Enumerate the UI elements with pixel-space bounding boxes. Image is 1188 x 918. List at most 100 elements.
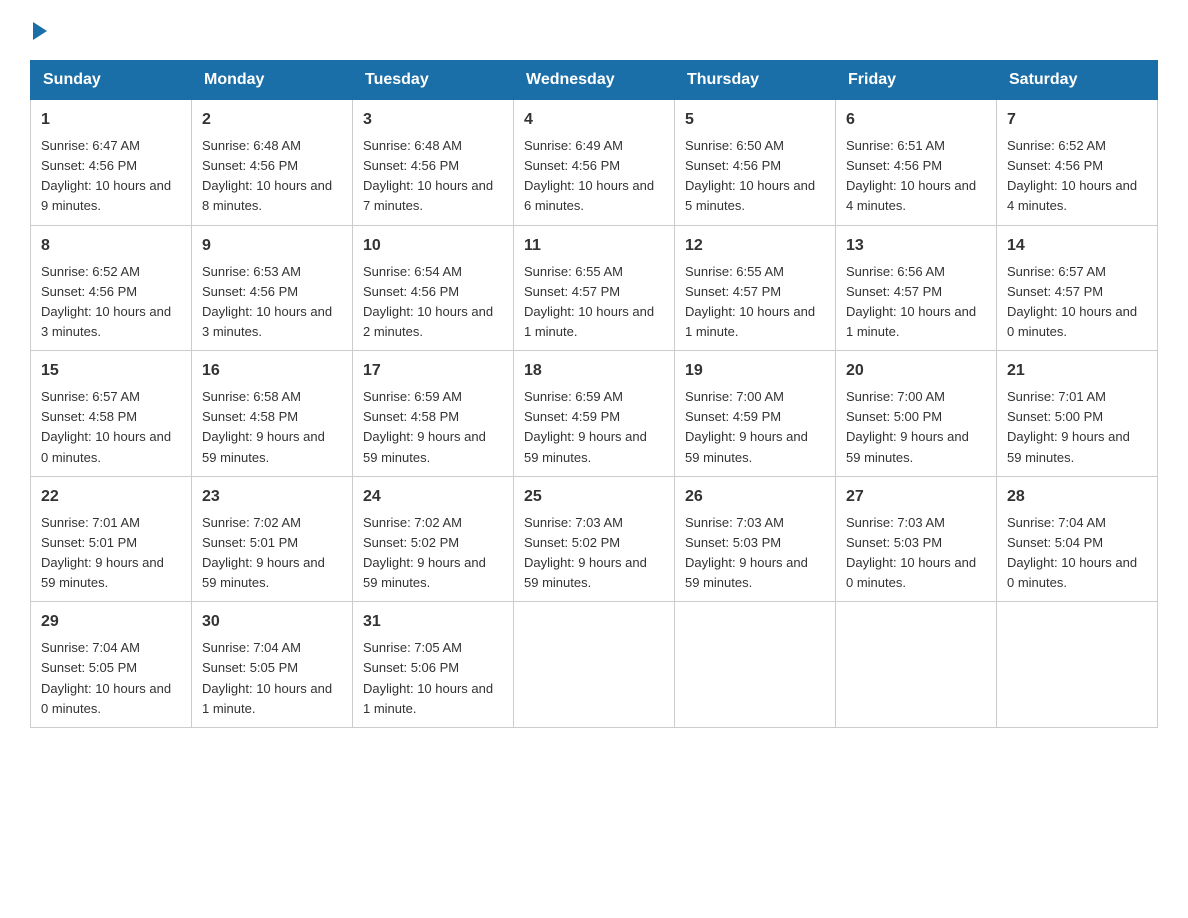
day-number: 23 xyxy=(202,485,342,509)
day-info: Sunrise: 7:03 AM Sunset: 5:03 PM Dayligh… xyxy=(846,513,986,594)
calendar-cell: 13 Sunrise: 6:56 AM Sunset: 4:57 PM Dayl… xyxy=(836,225,997,351)
day-info: Sunrise: 6:53 AM Sunset: 4:56 PM Dayligh… xyxy=(202,262,342,343)
day-number: 27 xyxy=(846,485,986,509)
calendar-cell: 1 Sunrise: 6:47 AM Sunset: 4:56 PM Dayli… xyxy=(31,100,192,226)
logo xyxy=(30,20,47,40)
calendar-cell: 24 Sunrise: 7:02 AM Sunset: 5:02 PM Dayl… xyxy=(353,476,514,602)
day-info: Sunrise: 6:59 AM Sunset: 4:58 PM Dayligh… xyxy=(363,387,503,468)
day-info: Sunrise: 7:00 AM Sunset: 5:00 PM Dayligh… xyxy=(846,387,986,468)
day-info: Sunrise: 6:47 AM Sunset: 4:56 PM Dayligh… xyxy=(41,136,181,217)
calendar-cell: 20 Sunrise: 7:00 AM Sunset: 5:00 PM Dayl… xyxy=(836,351,997,477)
day-number: 30 xyxy=(202,610,342,634)
calendar-day-header: Tuesday xyxy=(353,61,514,100)
day-info: Sunrise: 6:56 AM Sunset: 4:57 PM Dayligh… xyxy=(846,262,986,343)
day-number: 18 xyxy=(524,359,664,383)
day-number: 2 xyxy=(202,108,342,132)
calendar-cell: 9 Sunrise: 6:53 AM Sunset: 4:56 PM Dayli… xyxy=(192,225,353,351)
calendar-day-header: Saturday xyxy=(997,61,1158,100)
day-info: Sunrise: 7:01 AM Sunset: 5:01 PM Dayligh… xyxy=(41,513,181,594)
calendar-cell: 14 Sunrise: 6:57 AM Sunset: 4:57 PM Dayl… xyxy=(997,225,1158,351)
calendar-day-header: Monday xyxy=(192,61,353,100)
calendar-cell: 22 Sunrise: 7:01 AM Sunset: 5:01 PM Dayl… xyxy=(31,476,192,602)
calendar-cell: 16 Sunrise: 6:58 AM Sunset: 4:58 PM Dayl… xyxy=(192,351,353,477)
calendar-table: SundayMondayTuesdayWednesdayThursdayFrid… xyxy=(30,60,1158,728)
day-number: 13 xyxy=(846,234,986,258)
day-info: Sunrise: 7:00 AM Sunset: 4:59 PM Dayligh… xyxy=(685,387,825,468)
calendar-day-header: Friday xyxy=(836,61,997,100)
day-number: 25 xyxy=(524,485,664,509)
day-number: 29 xyxy=(41,610,181,634)
day-number: 5 xyxy=(685,108,825,132)
calendar-cell: 2 Sunrise: 6:48 AM Sunset: 4:56 PM Dayli… xyxy=(192,100,353,226)
day-number: 6 xyxy=(846,108,986,132)
day-number: 24 xyxy=(363,485,503,509)
day-info: Sunrise: 6:57 AM Sunset: 4:58 PM Dayligh… xyxy=(41,387,181,468)
day-info: Sunrise: 6:49 AM Sunset: 4:56 PM Dayligh… xyxy=(524,136,664,217)
calendar-cell: 27 Sunrise: 7:03 AM Sunset: 5:03 PM Dayl… xyxy=(836,476,997,602)
calendar-cell: 4 Sunrise: 6:49 AM Sunset: 4:56 PM Dayli… xyxy=(514,100,675,226)
calendar-week-row: 29 Sunrise: 7:04 AM Sunset: 5:05 PM Dayl… xyxy=(31,602,1158,728)
day-info: Sunrise: 7:04 AM Sunset: 5:05 PM Dayligh… xyxy=(41,638,181,719)
day-info: Sunrise: 7:01 AM Sunset: 5:00 PM Dayligh… xyxy=(1007,387,1147,468)
day-info: Sunrise: 6:52 AM Sunset: 4:56 PM Dayligh… xyxy=(1007,136,1147,217)
day-number: 22 xyxy=(41,485,181,509)
day-info: Sunrise: 6:48 AM Sunset: 4:56 PM Dayligh… xyxy=(202,136,342,217)
calendar-cell: 10 Sunrise: 6:54 AM Sunset: 4:56 PM Dayl… xyxy=(353,225,514,351)
day-number: 10 xyxy=(363,234,503,258)
calendar-cell xyxy=(836,602,997,728)
calendar-cell: 23 Sunrise: 7:02 AM Sunset: 5:01 PM Dayl… xyxy=(192,476,353,602)
day-info: Sunrise: 6:51 AM Sunset: 4:56 PM Dayligh… xyxy=(846,136,986,217)
calendar-cell: 11 Sunrise: 6:55 AM Sunset: 4:57 PM Dayl… xyxy=(514,225,675,351)
calendar-cell: 21 Sunrise: 7:01 AM Sunset: 5:00 PM Dayl… xyxy=(997,351,1158,477)
day-number: 4 xyxy=(524,108,664,132)
calendar-cell: 29 Sunrise: 7:04 AM Sunset: 5:05 PM Dayl… xyxy=(31,602,192,728)
calendar-cell: 5 Sunrise: 6:50 AM Sunset: 4:56 PM Dayli… xyxy=(675,100,836,226)
day-info: Sunrise: 6:54 AM Sunset: 4:56 PM Dayligh… xyxy=(363,262,503,343)
page-header xyxy=(30,20,1158,40)
day-info: Sunrise: 6:59 AM Sunset: 4:59 PM Dayligh… xyxy=(524,387,664,468)
calendar-week-row: 1 Sunrise: 6:47 AM Sunset: 4:56 PM Dayli… xyxy=(31,100,1158,226)
day-info: Sunrise: 6:57 AM Sunset: 4:57 PM Dayligh… xyxy=(1007,262,1147,343)
calendar-cell: 7 Sunrise: 6:52 AM Sunset: 4:56 PM Dayli… xyxy=(997,100,1158,226)
calendar-cell: 30 Sunrise: 7:04 AM Sunset: 5:05 PM Dayl… xyxy=(192,602,353,728)
day-info: Sunrise: 7:05 AM Sunset: 5:06 PM Dayligh… xyxy=(363,638,503,719)
day-number: 12 xyxy=(685,234,825,258)
day-info: Sunrise: 7:04 AM Sunset: 5:05 PM Dayligh… xyxy=(202,638,342,719)
day-info: Sunrise: 6:50 AM Sunset: 4:56 PM Dayligh… xyxy=(685,136,825,217)
day-number: 9 xyxy=(202,234,342,258)
logo-arrow-icon xyxy=(33,22,47,40)
day-info: Sunrise: 7:03 AM Sunset: 5:03 PM Dayligh… xyxy=(685,513,825,594)
day-number: 3 xyxy=(363,108,503,132)
day-number: 20 xyxy=(846,359,986,383)
calendar-header-row: SundayMondayTuesdayWednesdayThursdayFrid… xyxy=(31,61,1158,100)
calendar-cell: 25 Sunrise: 7:03 AM Sunset: 5:02 PM Dayl… xyxy=(514,476,675,602)
day-info: Sunrise: 7:02 AM Sunset: 5:01 PM Dayligh… xyxy=(202,513,342,594)
day-info: Sunrise: 6:52 AM Sunset: 4:56 PM Dayligh… xyxy=(41,262,181,343)
calendar-day-header: Wednesday xyxy=(514,61,675,100)
day-number: 7 xyxy=(1007,108,1147,132)
calendar-cell: 6 Sunrise: 6:51 AM Sunset: 4:56 PM Dayli… xyxy=(836,100,997,226)
day-number: 21 xyxy=(1007,359,1147,383)
day-number: 26 xyxy=(685,485,825,509)
day-number: 19 xyxy=(685,359,825,383)
day-info: Sunrise: 6:55 AM Sunset: 4:57 PM Dayligh… xyxy=(524,262,664,343)
day-number: 28 xyxy=(1007,485,1147,509)
day-info: Sunrise: 6:58 AM Sunset: 4:58 PM Dayligh… xyxy=(202,387,342,468)
day-number: 16 xyxy=(202,359,342,383)
day-number: 1 xyxy=(41,108,181,132)
calendar-cell: 15 Sunrise: 6:57 AM Sunset: 4:58 PM Dayl… xyxy=(31,351,192,477)
calendar-cell xyxy=(675,602,836,728)
calendar-day-header: Sunday xyxy=(31,61,192,100)
day-number: 14 xyxy=(1007,234,1147,258)
calendar-cell: 18 Sunrise: 6:59 AM Sunset: 4:59 PM Dayl… xyxy=(514,351,675,477)
day-number: 31 xyxy=(363,610,503,634)
calendar-cell xyxy=(514,602,675,728)
calendar-week-row: 8 Sunrise: 6:52 AM Sunset: 4:56 PM Dayli… xyxy=(31,225,1158,351)
day-info: Sunrise: 7:03 AM Sunset: 5:02 PM Dayligh… xyxy=(524,513,664,594)
calendar-cell: 3 Sunrise: 6:48 AM Sunset: 4:56 PM Dayli… xyxy=(353,100,514,226)
calendar-cell: 8 Sunrise: 6:52 AM Sunset: 4:56 PM Dayli… xyxy=(31,225,192,351)
calendar-cell: 31 Sunrise: 7:05 AM Sunset: 5:06 PM Dayl… xyxy=(353,602,514,728)
day-number: 11 xyxy=(524,234,664,258)
day-info: Sunrise: 6:55 AM Sunset: 4:57 PM Dayligh… xyxy=(685,262,825,343)
day-number: 17 xyxy=(363,359,503,383)
